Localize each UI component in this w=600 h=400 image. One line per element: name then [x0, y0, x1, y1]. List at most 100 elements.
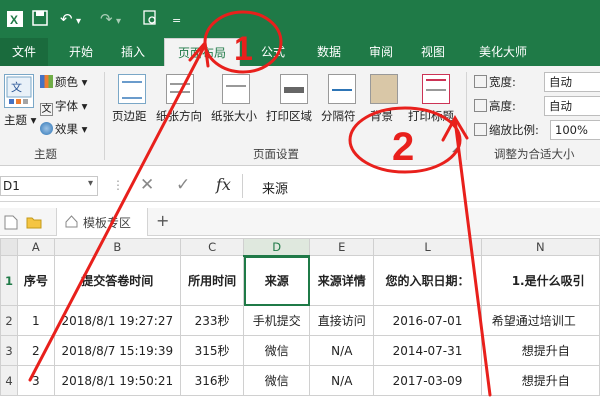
table-cell[interactable]: 233秒	[179, 305, 245, 336]
enter-icon[interactable]: ✓	[176, 175, 190, 195]
background-button-label[interactable]: 背景	[370, 108, 393, 124]
scale-label: 缩放比例:	[474, 122, 539, 138]
effects-label: 效果	[55, 122, 78, 136]
table-cell[interactable]: 2017-03-09	[373, 365, 482, 396]
table-cell[interactable]: 微信	[243, 335, 311, 366]
tab-beautify-master[interactable]: 美化大师	[468, 38, 538, 66]
themes-button-label[interactable]: 主题 ▾	[4, 112, 36, 128]
save-icon[interactable]	[32, 10, 48, 30]
column-header[interactable]: A	[17, 238, 55, 256]
table-cell[interactable]: 直接访问	[309, 305, 375, 336]
select-all-corner[interactable]	[0, 238, 19, 256]
table-cell[interactable]: 您的入职日期：	[373, 255, 482, 306]
formula-input[interactable]: 来源	[262, 178, 288, 197]
print-preview-icon[interactable]	[142, 10, 158, 30]
active-cell[interactable]: 来源	[243, 255, 311, 306]
customize-qat-icon[interactable]: =	[172, 12, 181, 30]
table-cell[interactable]: 2016-07-01	[373, 305, 482, 336]
width-label: 宽度:	[474, 74, 516, 90]
tab-page-layout[interactable]: 页面布局	[164, 38, 240, 66]
open-folder-icon[interactable]	[26, 215, 42, 232]
table-cell[interactable]: 想提升自	[480, 365, 600, 396]
undo-dropdown-icon[interactable]: ▾	[76, 13, 81, 31]
table-cell[interactable]: 2018/8/1 19:50:21	[53, 365, 181, 396]
print-area-icon[interactable]	[280, 74, 308, 104]
cancel-icon[interactable]: ✕	[140, 175, 154, 195]
tab-insert[interactable]: 插入	[110, 38, 156, 66]
table-cell[interactable]: 想提升自	[480, 335, 600, 366]
new-document-icon[interactable]	[4, 215, 18, 233]
table-cell[interactable]: 来源详情	[309, 255, 375, 306]
column-header[interactable]: B	[53, 238, 181, 256]
insert-function-icon[interactable]: fx	[216, 175, 231, 194]
breaks-icon[interactable]	[328, 74, 356, 104]
table-cell[interactable]: N/A	[309, 365, 375, 396]
height-icon	[474, 99, 487, 112]
height-label: 高度:	[474, 98, 516, 114]
tab-view[interactable]: 视图	[410, 38, 456, 66]
column-header[interactable]: N	[480, 238, 600, 256]
table-cell[interactable]: 2014-07-31	[373, 335, 482, 366]
effects-icon	[40, 122, 53, 135]
column-header[interactable]: C	[179, 238, 245, 256]
fonts-button[interactable]: 文字体 ▾	[40, 98, 87, 116]
page-setup-launcher-icon[interactable]: ◢	[452, 144, 459, 154]
scale-input[interactable]: 100%	[550, 120, 600, 140]
row-header[interactable]: 3	[0, 335, 19, 366]
tab-data[interactable]: 数据	[306, 38, 352, 66]
spreadsheet-grid: A B C D E L N 1 序号 提交答卷时间 所用时间 来源 来源详情 您…	[0, 238, 600, 400]
table-cell[interactable]: 2018/8/7 15:19:39	[53, 335, 181, 366]
margins-icon[interactable]	[118, 74, 146, 104]
table-cell[interactable]: 所用时间	[179, 255, 245, 306]
undo-icon[interactable]: ↶	[60, 10, 73, 28]
effects-button[interactable]: 效果 ▾	[40, 121, 87, 137]
redo-dropdown-icon[interactable]: ▾	[116, 13, 121, 31]
print-titles-button-label[interactable]: 打印标题	[408, 108, 454, 124]
table-cell[interactable]: 微信	[243, 365, 311, 396]
table-cell[interactable]: 1.是什么吸引	[480, 255, 600, 306]
background-icon[interactable]	[370, 74, 398, 104]
breaks-button-label[interactable]: 分隔符	[321, 108, 356, 124]
table-cell[interactable]: 3	[17, 365, 55, 396]
print-area-button-label[interactable]: 打印区域	[266, 108, 312, 124]
table-cell[interactable]: 315秒	[179, 335, 245, 366]
table-cell[interactable]: 316秒	[179, 365, 245, 396]
width-select[interactable]: 自动	[544, 72, 600, 92]
margins-button-label[interactable]: 页边距	[112, 108, 147, 124]
row-header[interactable]: 2	[0, 305, 19, 336]
tab-formulas[interactable]: 公式	[250, 38, 296, 66]
table-cell[interactable]: 序号	[17, 255, 55, 306]
table-cell[interactable]: 1	[17, 305, 55, 336]
colors-label: 颜色	[55, 75, 78, 89]
height-select[interactable]: 自动	[544, 96, 600, 116]
size-button-label[interactable]: 纸张大小	[211, 108, 257, 124]
name-box-dropdown-icon[interactable]: ▾	[88, 178, 93, 189]
svg-text:文: 文	[11, 80, 22, 94]
sheet-table: A B C D E L N 1 序号 提交答卷时间 所用时间 来源 来源详情 您…	[0, 238, 600, 396]
formula-bar-options-icon[interactable]: ⋮	[112, 178, 124, 192]
row-header[interactable]: 4	[0, 365, 19, 396]
add-tab-button[interactable]: +	[156, 211, 169, 230]
column-header[interactable]: D	[243, 238, 311, 257]
redo-icon[interactable]: ↷	[100, 10, 113, 28]
column-header[interactable]: L	[373, 238, 482, 256]
name-box[interactable]: D1	[0, 176, 98, 196]
tab-home[interactable]: 开始	[58, 38, 104, 66]
table-cell[interactable]: 手机提交	[243, 305, 311, 336]
print-titles-icon[interactable]	[422, 74, 450, 104]
template-tab[interactable]: 模板专区	[56, 208, 148, 236]
row-header[interactable]: 1	[0, 255, 19, 306]
table-cell[interactable]: 希望通过培训工	[480, 305, 600, 336]
tab-file[interactable]: 文件	[0, 38, 48, 66]
orientation-button-label[interactable]: 纸张方向	[156, 108, 202, 124]
size-icon[interactable]	[222, 74, 250, 104]
table-cell[interactable]: 2	[17, 335, 55, 366]
tab-review[interactable]: 审阅	[358, 38, 404, 66]
table-cell[interactable]: 2018/8/1 19:27:27	[53, 305, 181, 336]
colors-button[interactable]: 颜色 ▾	[40, 74, 87, 90]
table-cell[interactable]: 提交答卷时间	[53, 255, 181, 306]
table-cell[interactable]: N/A	[309, 335, 375, 366]
orientation-icon[interactable]	[166, 74, 194, 104]
column-header[interactable]: E	[309, 238, 375, 256]
themes-icon[interactable]: 文	[4, 74, 34, 108]
